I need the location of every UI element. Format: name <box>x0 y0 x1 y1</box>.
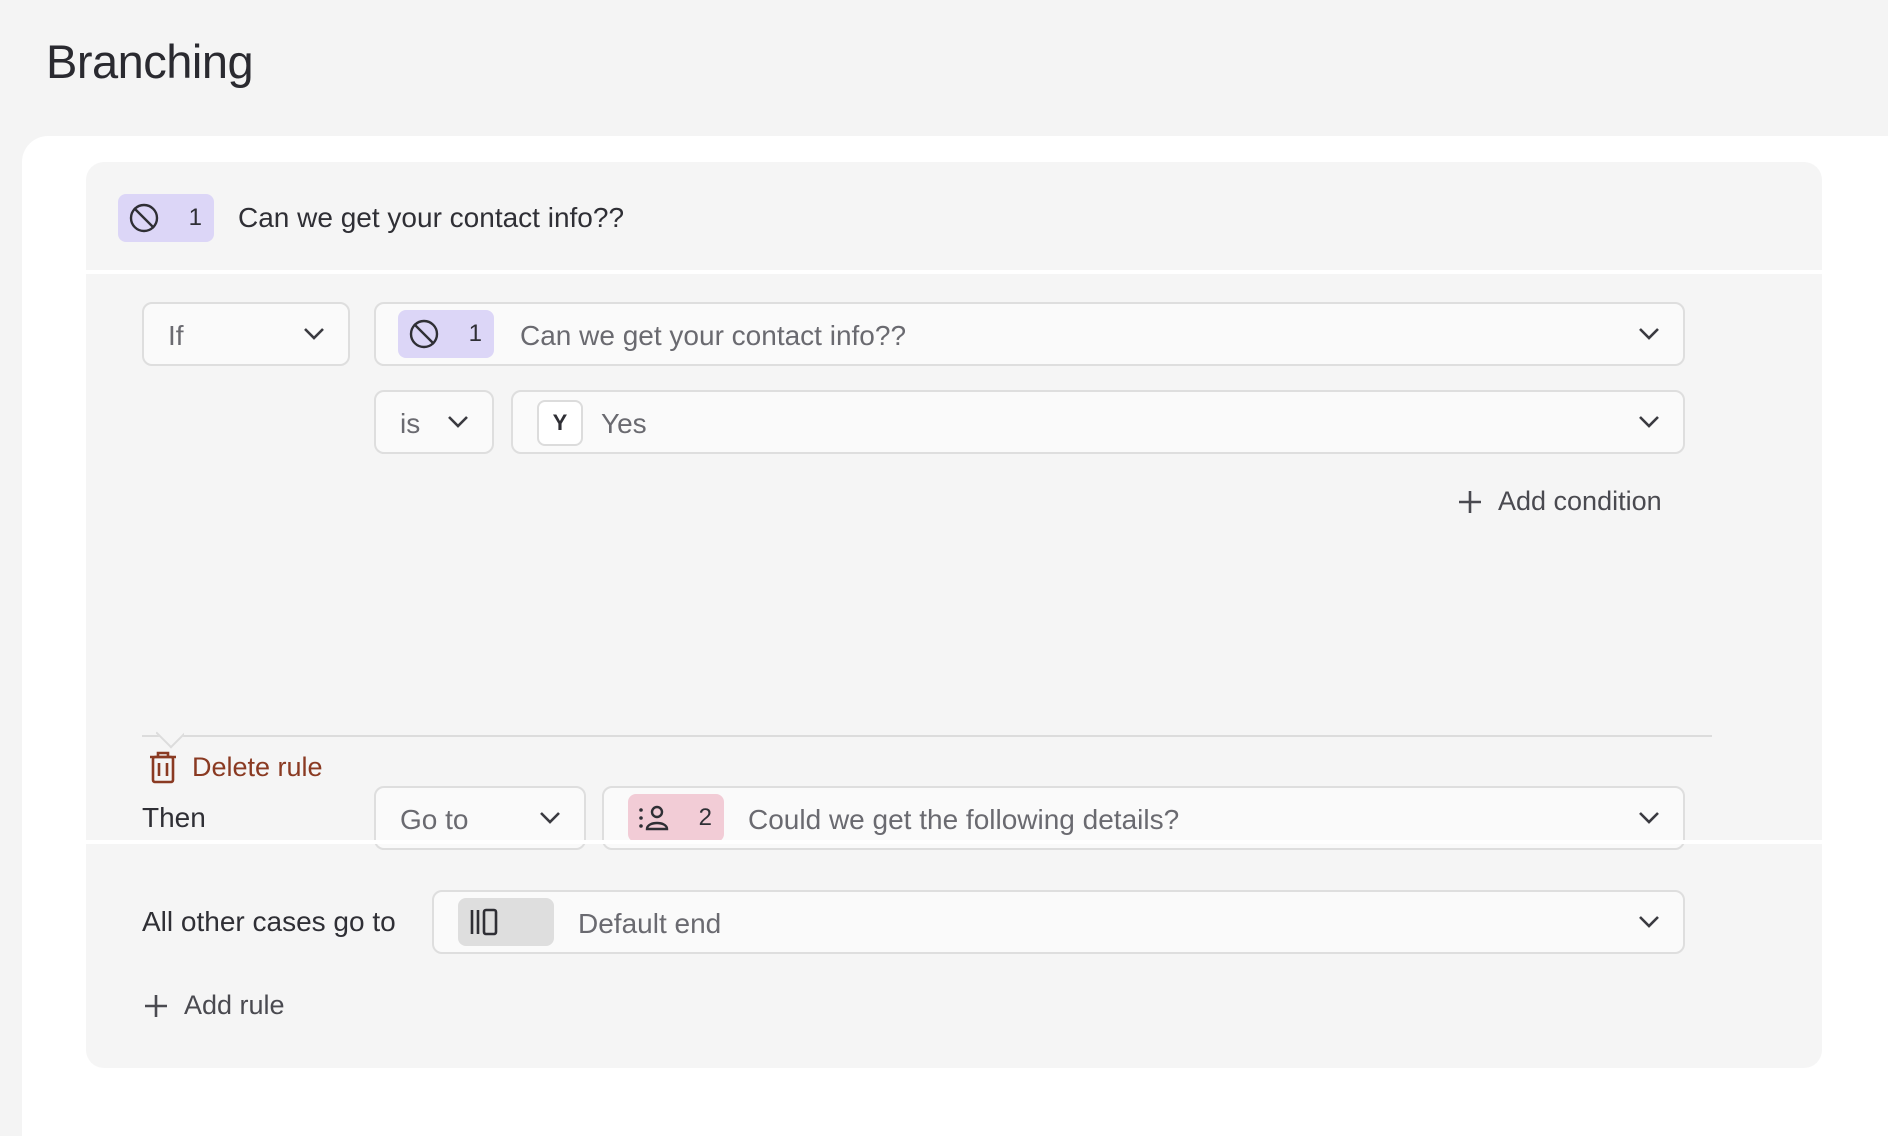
action-select-label: Go to <box>400 804 469 835</box>
ban-circle-icon <box>129 203 159 233</box>
plus-icon <box>145 994 167 1017</box>
question-badge: 1 <box>118 194 214 242</box>
chevron-down-icon <box>1639 812 1659 824</box>
page-title: Branching <box>46 35 254 88</box>
add-rule-button[interactable]: Add rule <box>142 990 285 1021</box>
chevron-down-icon <box>304 328 324 340</box>
chevron-down-icon <box>448 416 468 428</box>
value-key: Y <box>537 400 583 446</box>
contact-list-icon <box>639 805 669 831</box>
ban-circle-icon <box>409 319 439 349</box>
chevron-down-icon <box>1639 416 1659 428</box>
chevron-down-icon <box>1639 328 1659 340</box>
delete-rule-label: Delete rule <box>192 751 323 782</box>
chevron-down-icon <box>1639 916 1659 928</box>
if-select-label: If <box>168 320 184 351</box>
add-rule-label: Add rule <box>184 990 285 1020</box>
if-select[interactable]: If <box>142 302 350 366</box>
question-number: 1 <box>188 204 202 231</box>
then-label: Then <box>142 802 206 833</box>
target-question-badge: 2 <box>628 794 724 842</box>
value-label: Yes <box>601 408 647 439</box>
question-title: Can we get your contact info?? <box>238 202 625 233</box>
fallback-target-badge <box>458 898 554 946</box>
target-question-number: 2 <box>698 804 712 831</box>
plus-icon <box>1459 490 1481 513</box>
end-screen-icon <box>470 908 498 936</box>
operator-select-label: is <box>400 408 421 439</box>
fallback-target-title: Default end <box>578 908 722 939</box>
condition-question-number: 1 <box>468 320 482 347</box>
delete-rule-link[interactable]: Delete rule <box>148 750 323 784</box>
branching-card: 1 Can we get your contact info?? If 1 Ca… <box>86 162 1822 1068</box>
condition-question-select[interactable]: 1 Can we get your contact info?? <box>374 302 1685 366</box>
value-select[interactable]: Y Yes <box>511 390 1685 454</box>
question-header: 1 Can we get your contact info?? <box>86 162 1822 274</box>
add-condition-label: Add condition <box>1498 486 1662 516</box>
fallback-section: All other cases go to Default end Add ru… <box>86 840 1822 1068</box>
fallback-label: All other cases go to <box>142 906 396 937</box>
fallback-target-select[interactable]: Default end <box>432 890 1685 954</box>
operator-select[interactable]: is <box>374 390 494 454</box>
chevron-down-icon <box>540 812 560 824</box>
divider-notch <box>156 722 184 750</box>
divider <box>142 735 1712 737</box>
target-question-title: Could we get the following details? <box>748 804 1180 835</box>
condition-question-badge: 1 <box>398 310 494 358</box>
condition-question-title: Can we get your contact info?? <box>520 320 907 351</box>
trash-icon <box>150 751 176 784</box>
add-condition-button[interactable]: Add condition <box>1456 486 1662 517</box>
